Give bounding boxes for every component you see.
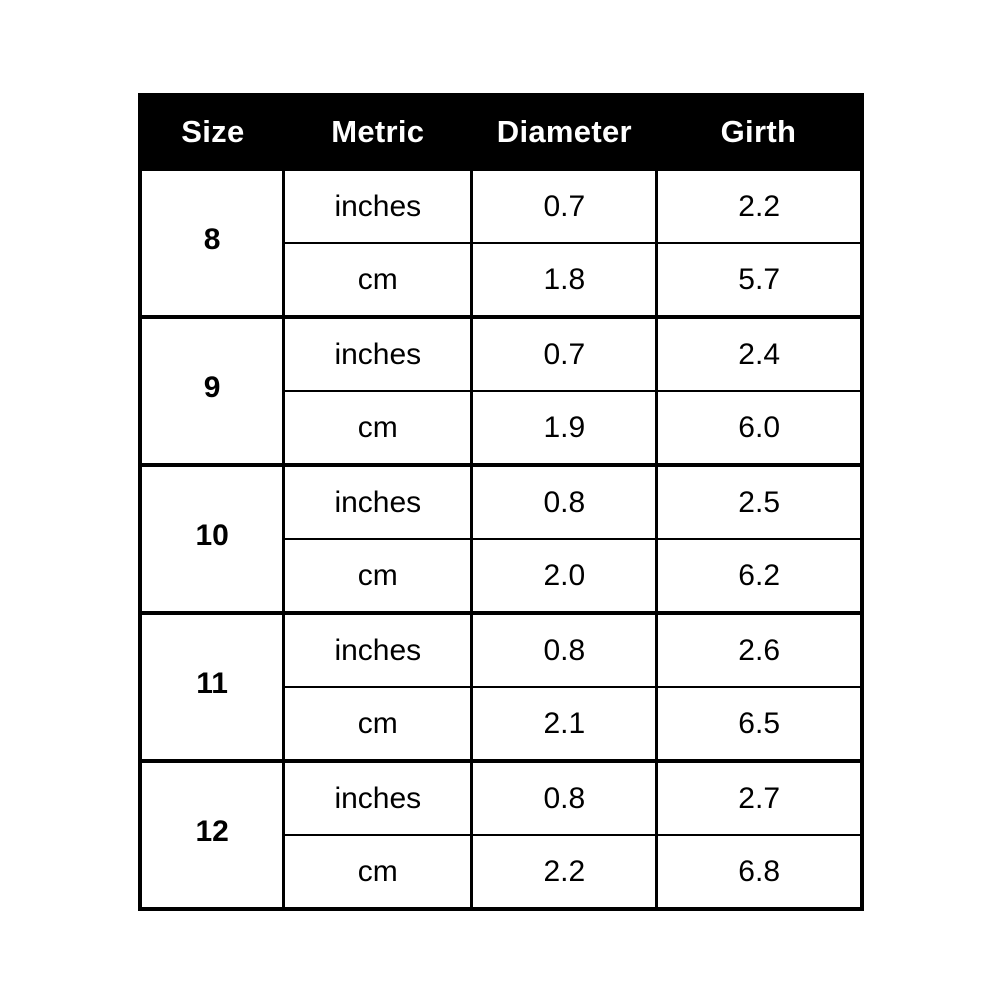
girth-cell: 2.2 [655, 169, 862, 244]
diameter-cell: 2.0 [470, 539, 657, 615]
column-header-metric: Metric [283, 95, 472, 169]
metric-cell: inches [282, 169, 472, 244]
diameter-cell: 2.2 [470, 835, 657, 909]
girth-cell: 2.4 [655, 317, 862, 392]
girth-cell: 6.2 [655, 539, 862, 615]
table-row: 9 inches 0.7 2.4 [140, 317, 862, 467]
metric-cell: cm [282, 391, 472, 467]
diameter-cell: 0.8 [470, 465, 657, 540]
diameter-cell: 0.7 [470, 169, 657, 244]
column-header-girth: Girth [656, 95, 862, 169]
metric-cell: inches [282, 613, 472, 688]
size-cell: 8 [140, 169, 284, 319]
metric-cell: cm [282, 539, 472, 615]
size-label: 8 [203, 223, 221, 256]
size-cell: 11 [140, 613, 284, 763]
girth-cell: 6.0 [655, 391, 862, 467]
column-header-diameter: Diameter [471, 95, 657, 169]
girth-cell: 2.7 [655, 761, 862, 836]
metric-cell: cm [282, 687, 472, 763]
diameter-cell: 1.9 [470, 391, 657, 467]
header-row: Size Metric Diameter Girth [140, 95, 862, 169]
diameter-cell: 0.7 [470, 317, 657, 392]
table-row: 11 inches 0.8 2.6 [140, 613, 862, 763]
girth-cell: 2.5 [655, 465, 862, 540]
diameter-cell: 1.8 [470, 243, 657, 319]
column-header-size: Size [140, 95, 284, 169]
girth-cell: 6.8 [655, 835, 862, 909]
table-body: 8 inches 0.7 2.2 cm 1.8 5.7 9 inches 0.7… [140, 169, 862, 909]
size-cell: 9 [140, 317, 284, 467]
metric-cell: inches [282, 465, 472, 540]
size-label: 9 [203, 371, 221, 404]
metric-cell: inches [282, 761, 472, 836]
girth-cell: 2.6 [655, 613, 862, 688]
size-cell: 10 [140, 465, 284, 615]
size-chart-table: Size Metric Diameter Girth 8 inches 0.7 … [138, 93, 864, 911]
table-row: 12 inches 0.8 2.7 [140, 761, 862, 909]
diameter-cell: 0.8 [470, 761, 657, 836]
page-canvas: Size Metric Diameter Girth 8 inches 0.7 … [0, 0, 1001, 1001]
table-row: 10 inches 0.8 2.5 [140, 465, 862, 615]
metric-cell: inches [282, 317, 472, 392]
metric-cell: cm [282, 243, 472, 319]
girth-cell: 5.7 [655, 243, 862, 319]
size-label: 11 [196, 667, 228, 700]
table-header: Size Metric Diameter Girth [140, 95, 862, 169]
table-row: 8 inches 0.7 2.2 [140, 169, 862, 319]
diameter-cell: 2.1 [470, 687, 657, 763]
metric-cell: cm [282, 835, 472, 909]
size-cell: 12 [140, 761, 284, 909]
girth-cell: 6.5 [655, 687, 862, 763]
size-label: 10 [195, 519, 229, 552]
size-label: 12 [195, 815, 229, 848]
diameter-cell: 0.8 [470, 613, 657, 688]
